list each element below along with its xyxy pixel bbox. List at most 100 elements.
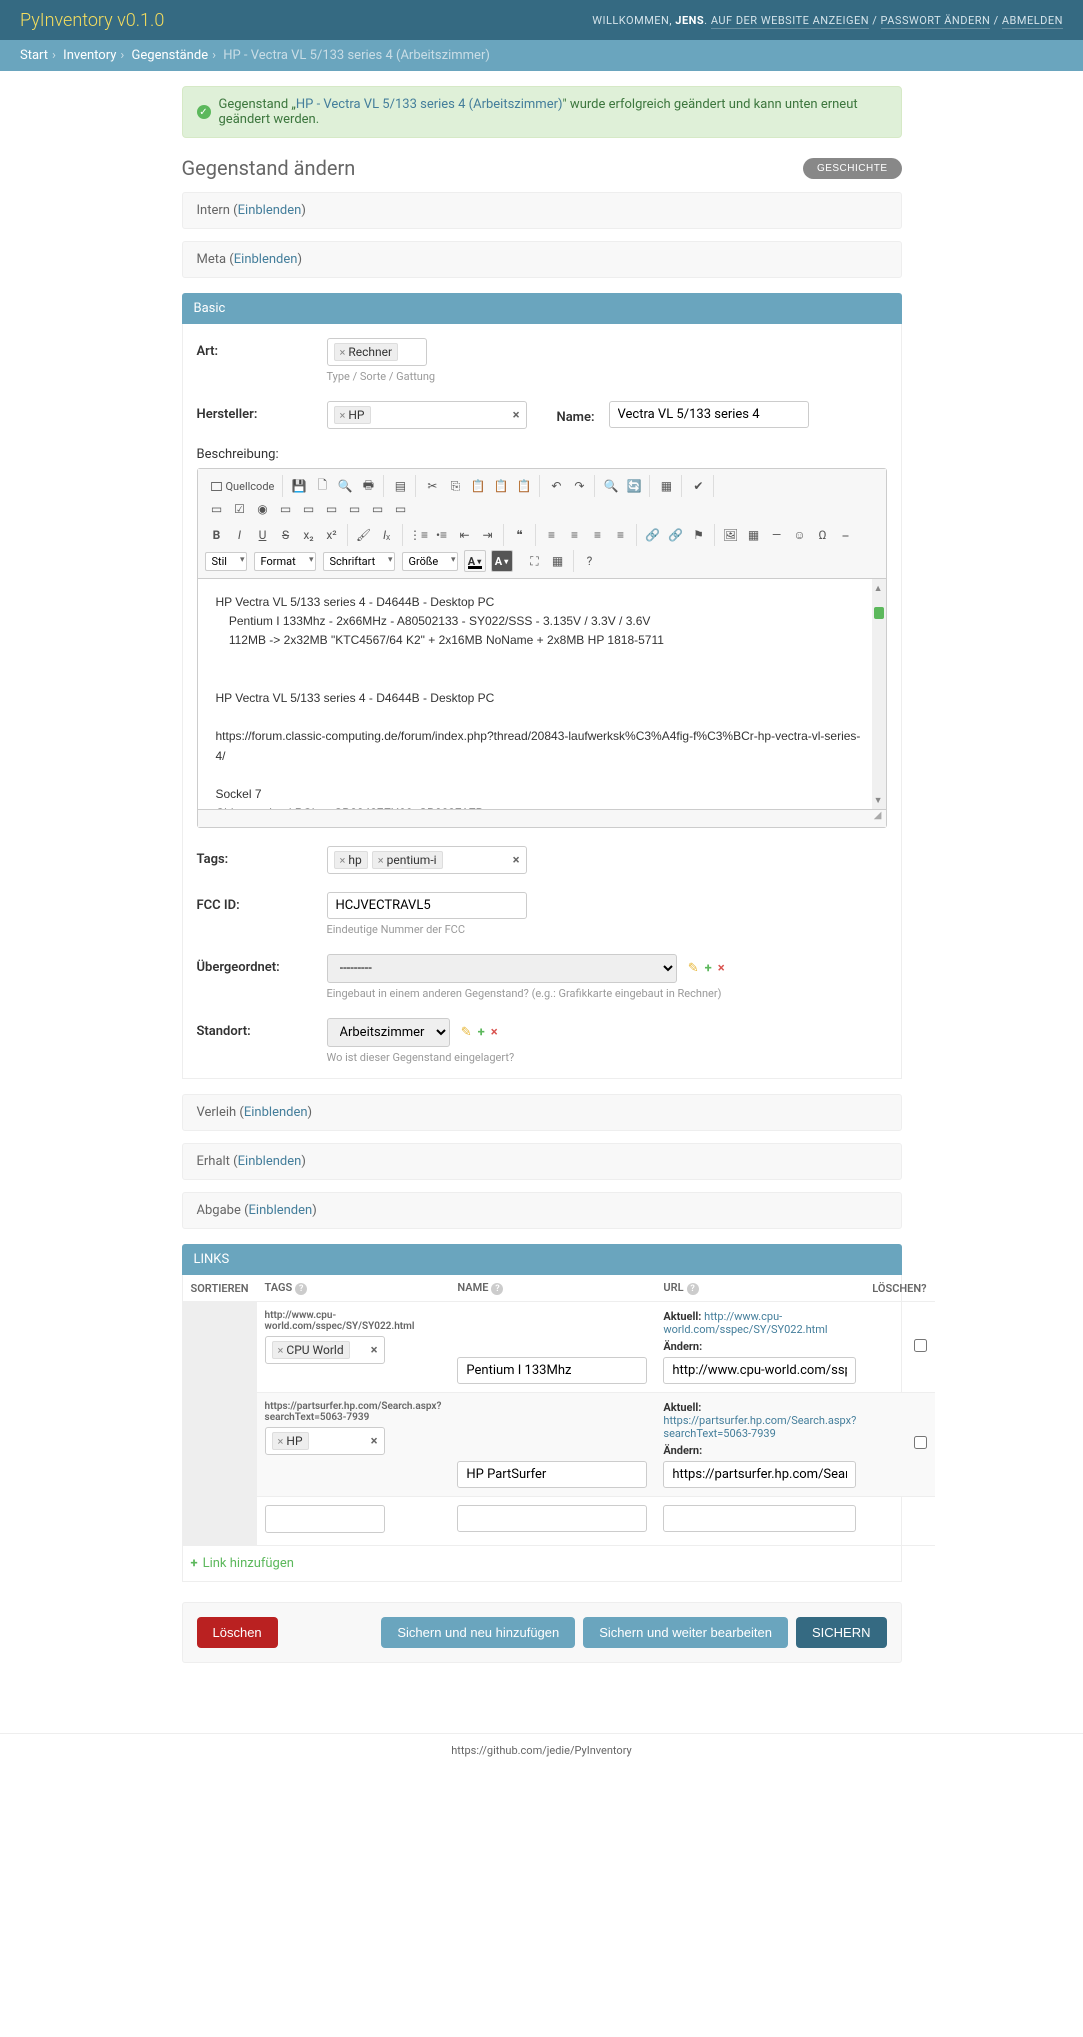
art-token[interactable]: ×Rechner [334, 343, 399, 361]
size-select[interactable]: Größe [402, 552, 458, 571]
align-left-icon[interactable]: ≡ [541, 524, 563, 546]
specialchar-icon[interactable]: Ω [812, 524, 834, 546]
save-icon[interactable]: 💾 [288, 475, 310, 497]
remove-token-icon[interactable]: × [278, 1435, 284, 1448]
redo-icon[interactable]: ↷ [568, 475, 590, 497]
cut-icon[interactable]: ✂ [421, 475, 443, 497]
tag-token[interactable]: ×pentium-i [372, 851, 443, 869]
remove-token-icon[interactable]: × [340, 409, 346, 422]
clear-icon[interactable]: × [371, 1343, 378, 1358]
radio-icon[interactable]: ◉ [252, 498, 274, 520]
bgcolor-button[interactable]: A▾ [491, 550, 513, 572]
hr-icon[interactable]: — [766, 524, 788, 546]
brand[interactable]: PyInventory v0.1.0 [20, 10, 164, 31]
anchor-icon[interactable]: ⚑ [688, 524, 710, 546]
link-url-input[interactable] [663, 1505, 856, 1532]
delete-checkbox[interactable] [914, 1339, 927, 1352]
selectall-icon[interactable]: ▦ [655, 475, 677, 497]
hersteller-token[interactable]: ×HP [334, 406, 371, 424]
show-meta-link[interactable]: Einblenden [234, 252, 298, 267]
align-right-icon[interactable]: ≡ [587, 524, 609, 546]
remove-token-icon[interactable]: × [340, 854, 346, 867]
unlink-icon[interactable]: 🔗 [665, 524, 687, 546]
clear-icon[interactable]: × [371, 1434, 378, 1449]
drag-handle[interactable] [183, 1497, 257, 1546]
print-icon[interactable]: 🖶 [357, 475, 379, 497]
paste-text-icon[interactable]: 📋 [490, 475, 512, 497]
select-icon[interactable]: ▭ [321, 498, 343, 520]
breadcrumb-start[interactable]: Start [20, 48, 48, 63]
edit-related-icon[interactable]: ✎ [688, 961, 699, 976]
breadcrumb-inventory[interactable]: Inventory [63, 48, 116, 63]
tag-token[interactable]: ×CPU World [272, 1341, 350, 1359]
strike-icon[interactable]: S [275, 524, 297, 546]
image-icon[interactable]: 🖼 [720, 524, 742, 546]
button-icon[interactable]: ▭ [344, 498, 366, 520]
show-abgabe-link[interactable]: Einblenden [249, 1203, 313, 1218]
link-name-input[interactable] [457, 1461, 647, 1488]
bold-icon[interactable]: B [206, 524, 228, 546]
form-icon[interactable]: ▭ [206, 498, 228, 520]
delete-checkbox[interactable] [914, 1436, 927, 1449]
info-icon[interactable]: ? [687, 1283, 699, 1295]
link-url-input[interactable] [663, 1461, 856, 1488]
editor-scrollbar[interactable]: ▲ ▼ [872, 579, 886, 809]
current-url-link[interactable]: https://partsurfer.hp.com/Search.aspx?se… [663, 1414, 856, 1440]
art-input[interactable]: ×Rechner [327, 338, 427, 366]
clear-hersteller-icon[interactable]: × [513, 408, 520, 423]
drag-handle[interactable] [183, 1302, 257, 1393]
maximize-icon[interactable]: ⛶ [524, 550, 546, 572]
alert-object-link[interactable]: HP - Vectra VL 5/133 series 4 (Arbeitszi… [296, 97, 563, 112]
imagebutton-icon[interactable]: ▭ [367, 498, 389, 520]
superscript-icon[interactable]: x² [321, 524, 343, 546]
smiley-icon[interactable]: ☺ [789, 524, 811, 546]
showblocks-icon[interactable]: ▦ [547, 550, 569, 572]
pagebreak-icon[interactable]: ⎯ [835, 524, 857, 546]
align-center-icon[interactable]: ≡ [564, 524, 586, 546]
link-name-input[interactable] [457, 1357, 647, 1384]
info-icon[interactable]: ? [491, 1283, 503, 1295]
paste-word-icon[interactable]: 📋 [513, 475, 535, 497]
removeformat-icon[interactable]: 🖌 [353, 524, 375, 546]
undo-icon[interactable]: ↶ [545, 475, 567, 497]
delete-related-icon[interactable]: × [718, 961, 725, 976]
find-icon[interactable]: 🔍 [600, 475, 622, 497]
fcc-input[interactable] [327, 892, 527, 919]
info-icon[interactable]: ? [295, 1283, 307, 1295]
copy-icon[interactable]: ⎘ [444, 475, 466, 497]
copyformat-icon[interactable]: Iₓ [376, 524, 398, 546]
parent-select[interactable]: --------- [327, 954, 677, 983]
subscript-icon[interactable]: x₂ [298, 524, 320, 546]
source-button[interactable]: Quellcode [206, 475, 279, 497]
indent-icon[interactable]: ⇥ [477, 524, 499, 546]
tags-input[interactable]: ×hp ×pentium-i × [327, 846, 527, 874]
link-tags-input[interactable]: ×HP× [265, 1427, 385, 1455]
view-site-link[interactable]: AUF DER WEBSITE ANZEIGEN [711, 14, 869, 29]
add-link-button[interactable]: +Link hinzufügen [183, 1546, 302, 1581]
textarea-icon[interactable]: ▭ [298, 498, 320, 520]
align-justify-icon[interactable]: ≡ [610, 524, 632, 546]
link-tags-input[interactable]: ×CPU World × [265, 1336, 385, 1364]
history-button[interactable]: GESCHICHTE [803, 158, 902, 179]
remove-token-icon[interactable]: × [340, 346, 346, 359]
textfield-icon[interactable]: ▭ [275, 498, 297, 520]
remove-token-icon[interactable]: × [378, 854, 384, 867]
link-url-input[interactable] [663, 1357, 856, 1384]
outdent-icon[interactable]: ⇤ [454, 524, 476, 546]
change-password-link[interactable]: PASSWORT ÄNDERN [881, 14, 991, 29]
editor-content[interactable]: HP Vectra VL 5/133 series 4 - D4644B - D… [198, 579, 886, 809]
standort-select[interactable]: Arbeitszimmer [327, 1018, 450, 1047]
save-add-button[interactable]: Sichern und neu hinzufügen [381, 1617, 575, 1648]
paste-icon[interactable]: 📋 [467, 475, 489, 497]
add-related-icon[interactable]: + [478, 1025, 485, 1040]
link-tags-input[interactable] [265, 1505, 385, 1533]
show-intern-link[interactable]: Einblenden [238, 203, 302, 218]
about-icon[interactable]: ? [579, 550, 601, 572]
underline-icon[interactable]: U [252, 524, 274, 546]
add-related-icon[interactable]: + [705, 961, 712, 976]
tag-token[interactable]: ×hp [334, 851, 368, 869]
templates-icon[interactable]: ▤ [389, 475, 411, 497]
italic-icon[interactable]: I [229, 524, 251, 546]
hiddenfield-icon[interactable]: ▭ [390, 498, 412, 520]
drag-handle[interactable] [183, 1393, 257, 1497]
